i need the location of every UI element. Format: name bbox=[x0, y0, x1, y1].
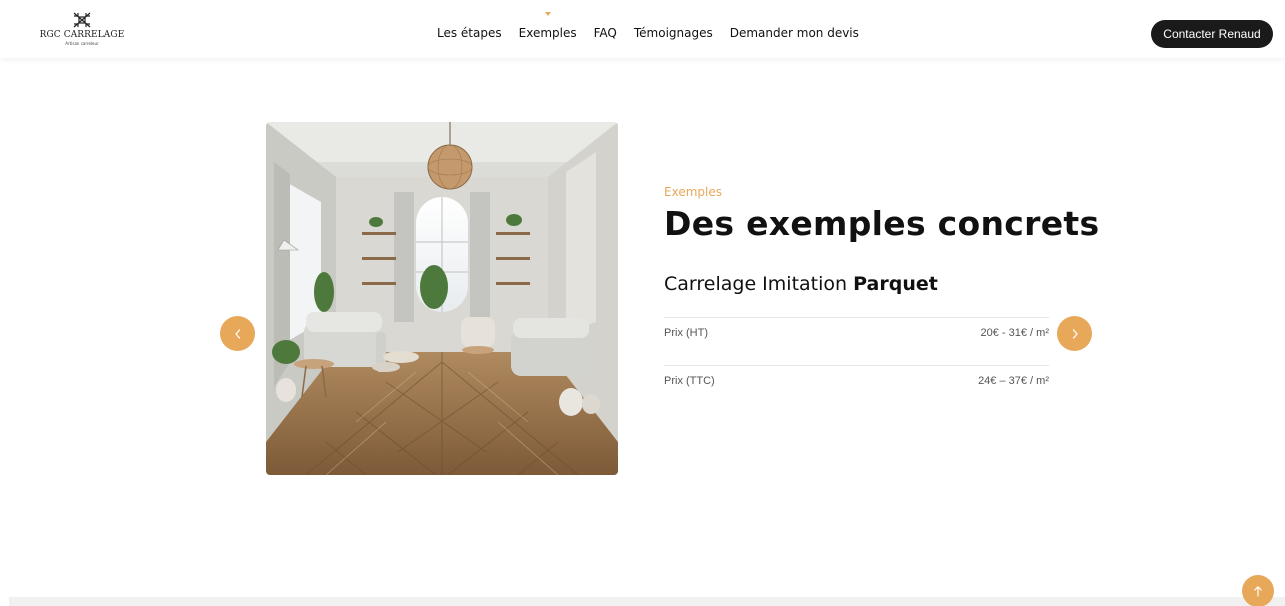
contact-button[interactable]: Contacter Renaud bbox=[1151, 20, 1273, 48]
living-room-image bbox=[266, 122, 618, 475]
prev-slide-button[interactable] bbox=[220, 316, 255, 351]
active-indicator-icon bbox=[544, 12, 551, 16]
nav-item-demander-devis[interactable]: Demander mon devis bbox=[730, 26, 859, 40]
chevron-left-icon bbox=[234, 328, 240, 339]
site-header: RGC CARRELAGE Artisan carreleur Les étap… bbox=[0, 0, 1285, 58]
product-title: Carrelage Imitation Parquet bbox=[664, 273, 938, 295]
nav-item-exemples[interactable]: Exemples bbox=[518, 12, 577, 40]
chevron-right-icon bbox=[1072, 328, 1078, 339]
nav-item-les-etapes[interactable]: Les étapes bbox=[437, 26, 502, 40]
price-value: 24€ – 37€ / m² bbox=[978, 375, 1049, 387]
nav-item-temoignages[interactable]: Témoignages bbox=[634, 26, 713, 40]
logo-mark-icon bbox=[73, 12, 91, 28]
section-eyebrow: Exemples bbox=[664, 185, 722, 199]
brand-tagline: Artisan carreleur bbox=[65, 41, 99, 46]
price-row: Prix (TTC) 24€ – 37€ / m² bbox=[664, 365, 1049, 413]
logo[interactable]: RGC CARRELAGE Artisan carreleur bbox=[38, 12, 126, 46]
nav-item-faq[interactable]: FAQ bbox=[594, 26, 617, 40]
example-photo bbox=[266, 122, 618, 475]
section-title: Des exemples concrets bbox=[664, 204, 1100, 243]
nav-item-label: Exemples bbox=[518, 26, 577, 40]
price-value: 20€ - 31€ / m² bbox=[980, 327, 1049, 339]
arrow-up-icon bbox=[1254, 586, 1262, 597]
product-title-emphasis: Parquet bbox=[853, 273, 938, 295]
main-nav: Les étapes Exemples FAQ Témoignages Dema… bbox=[437, 12, 859, 40]
footer-band bbox=[9, 597, 1285, 606]
product-title-prefix: Carrelage Imitation bbox=[664, 273, 848, 295]
price-label: Prix (HT) bbox=[664, 327, 708, 339]
next-slide-button[interactable] bbox=[1057, 316, 1092, 351]
price-label: Prix (TTC) bbox=[664, 375, 715, 387]
brand-name: RGC CARRELAGE bbox=[39, 30, 125, 40]
back-to-top-button[interactable] bbox=[1242, 575, 1274, 606]
price-row: Prix (HT) 20€ - 31€ / m² bbox=[664, 317, 1049, 365]
